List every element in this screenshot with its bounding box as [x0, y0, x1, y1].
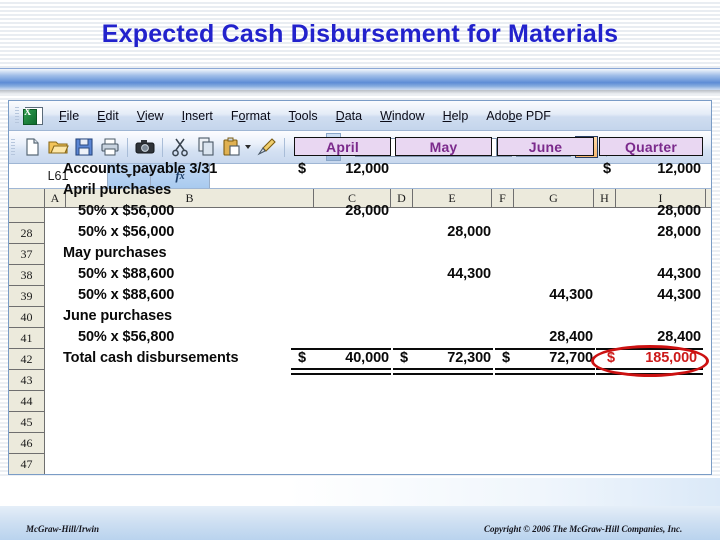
cell-june-45: 28,400 [549, 329, 593, 345]
cell-april-46: 40,000 [345, 350, 389, 366]
row-label-june-purchases: June purchases [63, 308, 173, 324]
row-label-june-50-1: 50% x $56,800 [78, 329, 175, 345]
slide-footer-fade [0, 478, 720, 506]
row-label-april-50-2: 50% x $56,000 [78, 224, 175, 240]
cell-june-43: 44,300 [549, 287, 593, 303]
toolbar-gripper[interactable] [11, 138, 15, 156]
total-double-rule-may [393, 368, 493, 375]
footer-left-credit: McGraw-Hill/Irwin [26, 524, 100, 534]
excel-window: X File Edit View Insert Format Tools Dat… [8, 100, 712, 475]
row-label-may-50-2: 50% x $88,600 [78, 287, 175, 303]
select-all-corner[interactable] [9, 189, 45, 208]
row-header[interactable]: 37 [9, 244, 45, 265]
row-header[interactable] [9, 208, 45, 223]
row-header[interactable]: 41 [9, 328, 45, 349]
total-double-rule-june [495, 368, 595, 375]
new-icon[interactable] [20, 135, 44, 159]
cell-quarter-45: 28,400 [657, 329, 701, 345]
row-header[interactable]: 46 [9, 433, 45, 454]
row-header[interactable]: 45 [9, 412, 45, 433]
row-label-april-purchases: April purchases [63, 182, 172, 198]
cell-quarter-42: 44,300 [657, 266, 701, 282]
cell-may-46: 72,300 [447, 350, 491, 366]
footer-right-copyright: Copyright © 2006 The McGraw-Hill Compani… [484, 524, 683, 534]
row-header[interactable]: 38 [9, 265, 45, 286]
row-header[interactable]: 42 [9, 349, 45, 370]
row-header[interactable]: 40 [9, 307, 45, 328]
row-label-may-50-1: 50% x $88,600 [78, 266, 175, 282]
row-label-total: Total cash disbursements [63, 350, 239, 366]
row-label-may-purchases: May purchases [63, 245, 167, 261]
worksheet-grid: A B C D E F G H I J 28 37 38 39 [9, 120, 711, 474]
title-divider-bar [0, 68, 720, 91]
row-header[interactable]: 28 [9, 223, 45, 244]
row-header[interactable]: 47 [9, 454, 45, 474]
worksheet-cells: April May June Quarter Accounts payable … [45, 120, 711, 474]
row-label-april-50-1: 50% x $56,000 [78, 203, 175, 219]
cell-may-42: 44,300 [447, 266, 491, 282]
page-title: Expected Cash Disbursement for Materials [101, 19, 619, 48]
cell-quarter-40: 28,000 [657, 224, 701, 240]
highlight-ellipse-annotation [591, 345, 709, 377]
row-header[interactable]: 44 [9, 391, 45, 412]
excel-logo-icon: X [23, 106, 43, 125]
cell-quarter-39: 28,000 [657, 203, 701, 219]
row-header[interactable]: 43 [9, 370, 45, 391]
title-divider-shadow [0, 90, 720, 94]
cell-may-40: 28,000 [447, 224, 491, 240]
menu-gripper[interactable] [15, 107, 19, 124]
cell-quarter-43: 44,300 [657, 287, 701, 303]
slide-title-band: Expected Cash Disbursement for Materials [0, 0, 720, 68]
total-double-rule-april [291, 368, 391, 375]
row-header[interactable]: 39 [9, 286, 45, 307]
cell-april-39: 28,000 [345, 203, 389, 219]
cell-june-46: 72,700 [549, 350, 593, 366]
